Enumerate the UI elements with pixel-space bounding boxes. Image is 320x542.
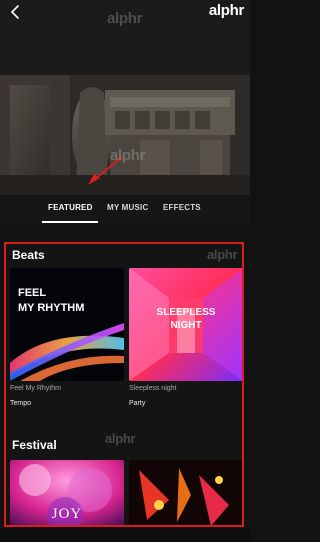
active-tab-indicator: [42, 221, 98, 223]
featured-content-highlight: Beats FEEL MY RHYTHM Feel My Rhythm Temp…: [4, 242, 244, 527]
festival-card-artwork: [129, 460, 242, 525]
art-text-line: FEEL: [18, 287, 47, 299]
art-text-line: SLEEPLESS: [156, 307, 216, 318]
beat-card-title: Feel My Rhythm: [10, 385, 61, 392]
hero-artwork: [0, 75, 250, 195]
beat-card-artwork: [10, 268, 124, 381]
beat-card-sleepless-night[interactable]: SLEEPLESS NIGHT: [129, 268, 242, 381]
beat-card-feel-my-rhythm[interactable]: FEEL MY RHYTHM: [10, 268, 124, 381]
hero-image: alphr: [0, 75, 250, 195]
festival-card-joy[interactable]: JOY: [10, 460, 124, 525]
beat-card-art-text: FEEL MY RHYTHM: [18, 286, 84, 316]
brand-logo: alphr: [208, 2, 244, 19]
top-bar: alphr: [0, 0, 250, 75]
festival-card[interactable]: [129, 460, 242, 525]
beat-card-subtitle: Party: [129, 400, 146, 407]
art-text-line: NIGHT: [170, 320, 202, 331]
art-text-line: MY RHYTHM: [18, 302, 85, 314]
tab-my-music[interactable]: MY MUSIC: [107, 203, 148, 212]
back-arrow-icon[interactable]: [7, 4, 23, 20]
beat-card-title: Sleepless night: [129, 385, 177, 392]
festival-card-art-text: JOY: [51, 506, 83, 522]
tab-bar: FEATURED MY MUSIC EFFECTS: [0, 195, 250, 384]
section-title-festival: Festival: [12, 438, 57, 452]
tab-effects[interactable]: EFFECTS: [163, 203, 201, 212]
beat-card-subtitle: Tempo: [10, 400, 32, 407]
bottom-bar: [0, 528, 250, 542]
tab-featured[interactable]: FEATURED: [48, 203, 93, 212]
beat-card-art-text: SLEEPLESS NIGHT: [129, 306, 242, 332]
section-title-beats: Beats: [12, 248, 45, 262]
